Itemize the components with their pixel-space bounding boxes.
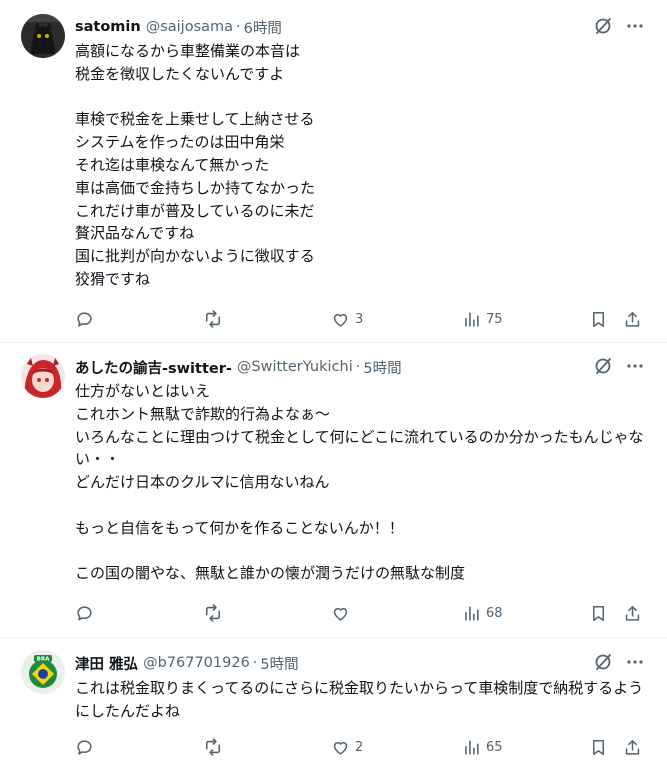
share-icon <box>623 310 642 329</box>
display-name[interactable]: あしたの諭吉-switter- <box>75 357 232 378</box>
post-switter-yukichi[interactable]: あしたの諭吉-switter- @SwitterYukichi · 5時間 仕方… <box>0 343 667 638</box>
reply-button[interactable] <box>75 602 94 624</box>
display-name[interactable]: 津田 雅弘 <box>75 653 138 674</box>
view-count: 65 <box>486 739 503 755</box>
user-handle[interactable]: @saijosama <box>146 19 233 35</box>
bookmark-icon <box>589 604 608 623</box>
reply-button[interactable] <box>75 308 94 330</box>
timestamp[interactable]: 5時間 <box>260 653 298 674</box>
more-icon[interactable] <box>625 356 645 376</box>
reply-icon <box>75 604 94 623</box>
user-handle[interactable]: @b767701926 <box>143 655 250 671</box>
separator: · <box>252 655 258 671</box>
share-button[interactable] <box>623 308 642 330</box>
views-button[interactable]: 65 <box>462 736 503 758</box>
views-button[interactable]: 68 <box>462 602 503 624</box>
bookmark-button[interactable] <box>589 602 608 624</box>
avatar-badge-text: BRA <box>37 657 50 663</box>
post-text: 仕方がないとはいえ これホント無駄で詐欺的行為よなぁ～ いろんなことに理由つけて… <box>75 382 644 583</box>
separator: · <box>355 359 361 375</box>
action-bar: 3 75 <box>75 308 645 330</box>
post-tsuda-masahiro[interactable]: BRA 津田 雅弘 @b767701926 · 5時間 これは税金取りまくってる… <box>0 638 667 767</box>
reply-icon <box>75 738 94 757</box>
post-top-icons <box>593 16 645 36</box>
grok-icon[interactable] <box>593 356 613 376</box>
timestamp[interactable]: 6時間 <box>244 17 282 38</box>
repost-button[interactable] <box>203 602 223 624</box>
reply-button[interactable] <box>75 736 94 758</box>
share-button[interactable] <box>623 602 642 624</box>
post-top-icons <box>593 652 645 672</box>
repost-icon <box>203 309 223 329</box>
post-text: これは税金取りまくってるのにさらに税金取りたいからって車検制度で納税するようにし… <box>75 679 644 720</box>
like-button[interactable] <box>331 602 355 624</box>
repost-button[interactable] <box>203 736 223 758</box>
action-bar: 68 <box>75 602 645 624</box>
timestamp[interactable]: 5時間 <box>363 357 401 378</box>
views-button[interactable]: 75 <box>462 308 503 330</box>
bookmark-icon <box>589 310 608 329</box>
post-header: あしたの諭吉-switter- @SwitterYukichi · 5時間 <box>75 356 402 378</box>
like-button[interactable]: 2 <box>331 736 363 758</box>
like-button[interactable]: 3 <box>331 308 363 330</box>
post-header: 津田 雅弘 @b767701926 · 5時間 <box>75 652 299 674</box>
repost-icon <box>203 603 223 623</box>
separator: · <box>236 19 241 35</box>
share-icon <box>623 738 642 757</box>
post-text: 高額になるから車整備業の本音は 税金を徴収したくないんですよ 車検で税金を上乗せ… <box>75 42 316 288</box>
views-icon <box>462 604 481 623</box>
post-header: satomin @saijosama · 6時間 <box>75 16 282 38</box>
more-icon[interactable] <box>625 652 645 672</box>
avatar[interactable]: BRA <box>21 650 65 694</box>
share-icon <box>623 604 642 623</box>
views-icon <box>462 738 481 757</box>
avatar[interactable] <box>21 14 65 58</box>
grok-icon[interactable] <box>593 652 613 672</box>
view-count: 75 <box>486 311 503 327</box>
bookmark-icon <box>589 738 608 757</box>
user-handle[interactable]: @SwitterYukichi <box>237 359 353 375</box>
like-count: 3 <box>355 311 364 327</box>
like-icon <box>331 310 350 329</box>
display-name[interactable]: satomin <box>75 19 141 35</box>
like-icon <box>331 604 350 623</box>
avatar[interactable] <box>21 354 65 398</box>
action-bar: 2 65 <box>75 736 645 758</box>
repost-button[interactable] <box>203 308 223 330</box>
like-count: 2 <box>355 739 364 755</box>
bookmark-button[interactable] <box>589 736 608 758</box>
reply-icon <box>75 310 94 329</box>
post-satomin[interactable]: satomin @saijosama · 6時間 高額になるから車整備業の本音は… <box>0 0 667 343</box>
grok-icon[interactable] <box>593 16 613 36</box>
share-button[interactable] <box>623 736 642 758</box>
post-top-icons <box>593 356 645 376</box>
view-count: 68 <box>486 605 503 621</box>
reply-feed: satomin @saijosama · 6時間 高額になるから車整備業の本音は… <box>0 0 667 767</box>
bookmark-button[interactable] <box>589 308 608 330</box>
repost-icon <box>203 737 223 757</box>
like-icon <box>331 738 350 757</box>
views-icon <box>462 310 481 329</box>
more-icon[interactable] <box>625 16 645 36</box>
